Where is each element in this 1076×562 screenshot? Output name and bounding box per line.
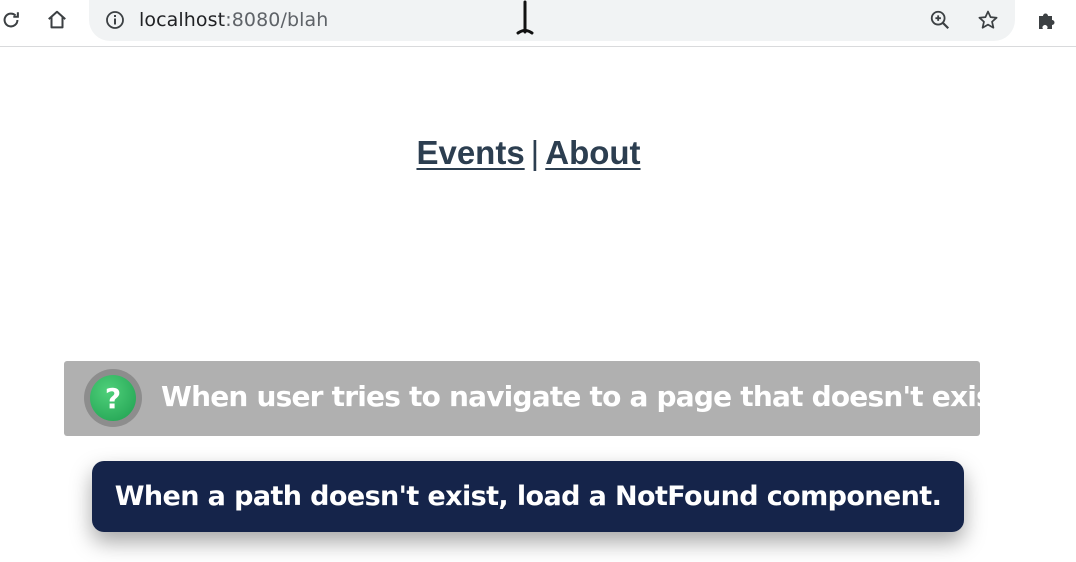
info-icon[interactable] — [105, 10, 125, 30]
home-icon[interactable] — [42, 5, 72, 35]
question-badge: ? — [84, 369, 142, 427]
url-path: :8080/blah — [225, 9, 329, 31]
reload-icon[interactable] — [0, 5, 26, 35]
zoom-icon[interactable] — [925, 5, 955, 35]
answer-banner: When a path doesn't exist, load a NotFou… — [92, 461, 964, 532]
address-bar[interactable]: localhost:8080/blah — [89, 0, 1015, 41]
question-text: When user tries to navigate to a page th… — [161, 380, 1015, 413]
extensions-puzzle-icon[interactable] — [1032, 5, 1062, 35]
nav-separator: | — [530, 134, 540, 171]
url-text[interactable]: localhost:8080/blah — [139, 9, 328, 31]
nav-link-events[interactable]: Events — [416, 134, 524, 171]
question-banner: ? When user tries to navigate to a page … — [64, 361, 1015, 436]
nav-link-about[interactable]: About — [545, 134, 640, 171]
browser-toolbar: localhost:8080/blah — [0, 0, 1076, 47]
site-nav: Events | About — [0, 134, 1057, 172]
question-mark-icon: ? — [90, 375, 136, 421]
answer-text: When a path doesn't exist, load a NotFou… — [114, 481, 942, 512]
url-host: localhost — [139, 9, 226, 31]
bookmark-star-icon[interactable] — [973, 5, 1003, 35]
text-cursor-icon — [512, 0, 538, 36]
